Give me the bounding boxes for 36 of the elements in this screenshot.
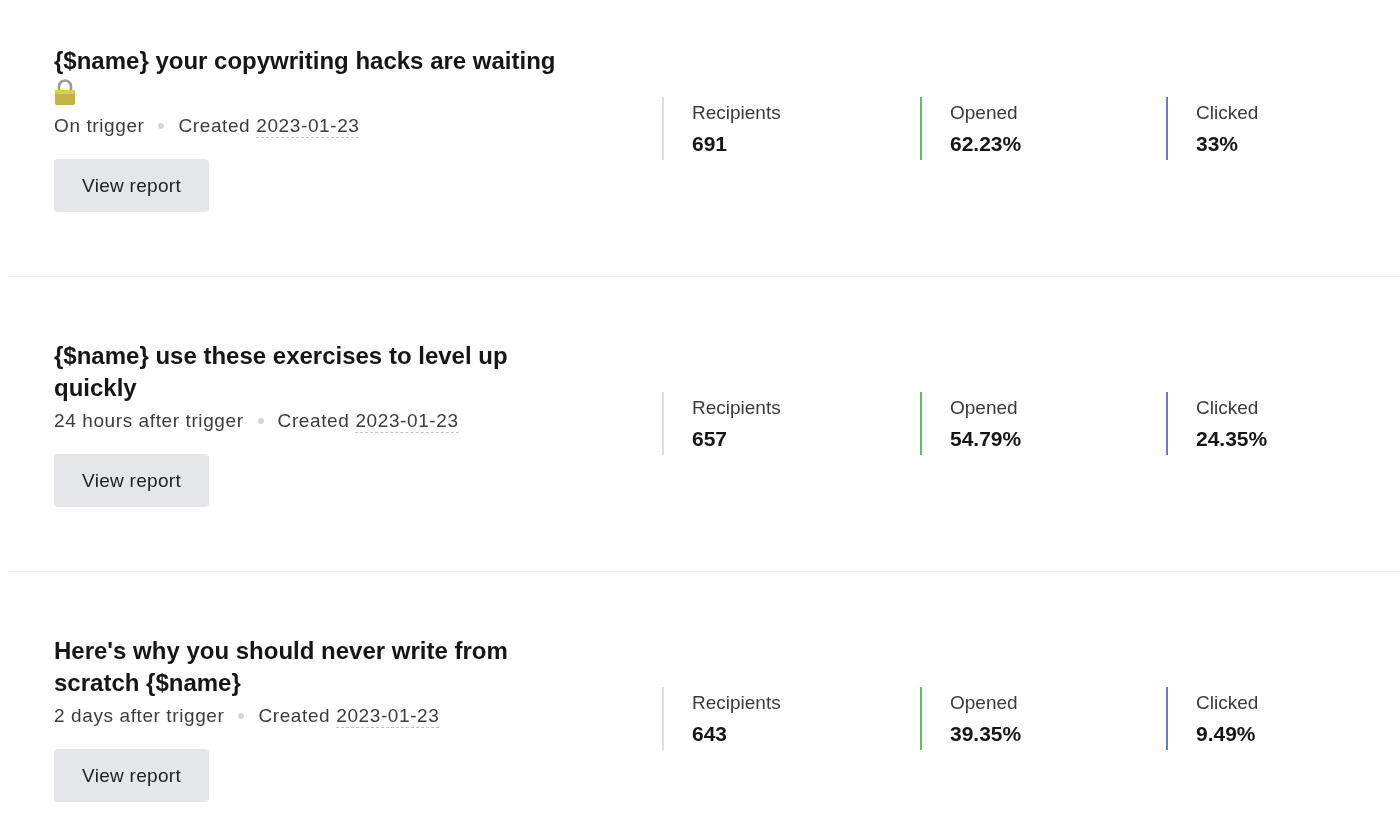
- stat-value: 691: [692, 130, 729, 157]
- view-report-button[interactable]: View report: [54, 749, 210, 802]
- view-report-button[interactable]: View report: [54, 159, 210, 212]
- created-label: Created: [277, 410, 350, 432]
- stat-label: Recipients: [692, 395, 781, 420]
- stat-value: 54.79%: [950, 425, 1022, 452]
- stat-value: 657: [692, 425, 729, 452]
- stat-value: 62.23%: [950, 130, 1022, 157]
- created-date: 2023-01-23: [336, 704, 440, 728]
- campaign-title: {$name} use these exercises to level up quickly: [54, 342, 508, 401]
- created-label: Created: [258, 705, 331, 727]
- campaign-title: Here's why you should never write from scratch {$name}: [54, 637, 508, 696]
- stat-value: 39.35%: [950, 720, 1022, 747]
- created-label: Created: [178, 115, 251, 137]
- created-date: 2023-01-23: [256, 114, 360, 138]
- created-date: 2023-01-23: [355, 409, 459, 433]
- stat-label: Recipients: [692, 100, 781, 125]
- separator-dot-icon: [257, 418, 264, 424]
- separator-dot-icon: [238, 713, 245, 719]
- view-report-button[interactable]: View report: [54, 454, 210, 507]
- trigger-schedule: 2 days after trigger: [54, 705, 225, 727]
- stat-label: Recipients: [692, 690, 781, 715]
- stat-label: Opened: [950, 395, 1019, 420]
- stat-label: Clicked: [1196, 100, 1259, 125]
- stat-value: 643: [692, 720, 729, 747]
- stat-label: Opened: [950, 100, 1019, 125]
- stat-label: Opened: [950, 690, 1019, 715]
- separator-dot-icon: [158, 123, 165, 129]
- stat-label: Clicked: [1196, 395, 1260, 420]
- trigger-schedule: On trigger: [54, 115, 145, 137]
- stat-value: 9.49%: [1196, 720, 1257, 747]
- stat-value: 24.35%: [1196, 425, 1268, 452]
- stat-value: 33%: [1196, 130, 1240, 157]
- stat-label: Clicked: [1196, 690, 1259, 715]
- campaign-title: {$name} your copywriting hacks are waiting: [54, 47, 556, 74]
- trigger-schedule: 24 hours after trigger: [54, 410, 244, 432]
